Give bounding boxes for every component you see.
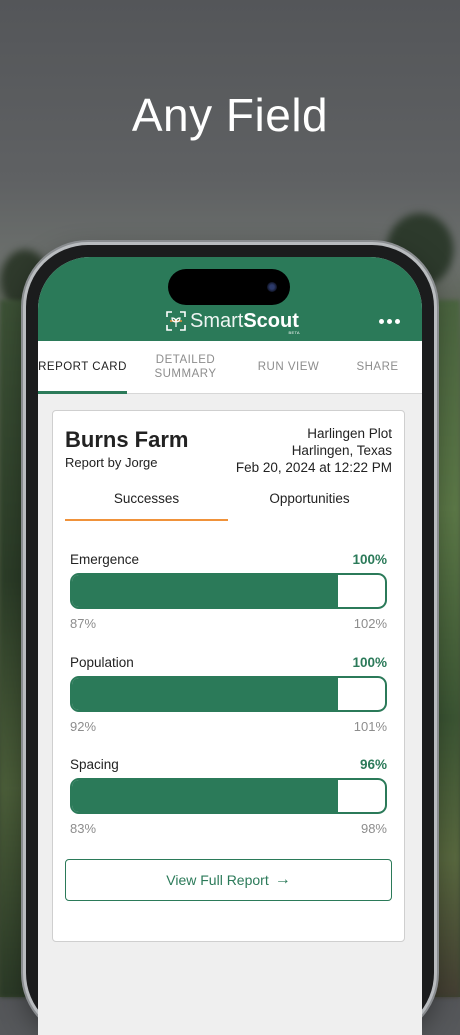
plot-location: Harlingen, Texas	[291, 443, 392, 458]
scan-frame-logo-icon	[166, 311, 186, 331]
metric-bar-fill	[72, 678, 339, 710]
metric-name: Spacing	[70, 757, 119, 772]
metric-emergence: Emergence 100% 87% 102%	[70, 552, 387, 631]
metric-percent: 96%	[359, 757, 387, 772]
subtab-successes[interactable]: Successes	[65, 489, 228, 521]
metric-max: 102%	[353, 616, 387, 631]
farm-name: Burns Farm	[65, 427, 189, 452]
metric-bar-fill	[72, 780, 339, 812]
metric-percent: 100%	[352, 655, 387, 670]
subtab-bar: Successes Opportunities	[65, 489, 392, 521]
metric-bar-fill	[72, 575, 339, 607]
report-datetime: Feb 20, 2024 at 12:22 PM	[235, 460, 392, 475]
report-location: Harlingen Plot Harlingen, Texas Feb 20, …	[236, 425, 392, 476]
app-screen: Smart Scout BETA REPORT CARD DETAILED SUM…	[38, 257, 422, 1035]
plot-name: Harlingen Plot	[307, 426, 392, 441]
phone-frame: Smart Scout BETA REPORT CARD DETAILED SUM…	[26, 245, 434, 1035]
tab-share[interactable]: SHARE	[333, 341, 422, 393]
metric-max: 101%	[353, 719, 387, 734]
metric-min: 83%	[70, 821, 97, 836]
view-full-report-button[interactable]: View Full Report →	[65, 859, 392, 901]
app-logo: Smart Scout BETA	[166, 309, 300, 335]
report-card: Burns Farm Report by Jorge Harlingen Plo…	[52, 410, 405, 942]
metric-min: 87%	[70, 616, 97, 631]
metric-bar	[70, 778, 387, 814]
brand-badge: BETA	[288, 330, 300, 335]
more-horizontal-icon[interactable]	[379, 319, 400, 324]
metric-percent: 100%	[352, 552, 387, 567]
metric-bar	[70, 676, 387, 712]
arrow-right-icon: →	[274, 871, 291, 888]
tab-detailed-summary[interactable]: DETAILED SUMMARY	[127, 341, 244, 393]
dynamic-island	[168, 269, 290, 305]
metric-name: Population	[70, 655, 134, 670]
camera-icon	[267, 282, 277, 292]
metric-spacing: Spacing 96% 83% 98%	[70, 757, 387, 836]
app-header: Smart Scout BETA	[38, 257, 422, 341]
brand-left: Smart	[190, 309, 244, 332]
metric-max: 98%	[360, 821, 387, 836]
tab-report-card[interactable]: REPORT CARD	[38, 341, 127, 394]
metric-bar	[70, 573, 387, 609]
tab-run-view[interactable]: RUN VIEW	[244, 341, 333, 393]
metric-min: 92%	[70, 719, 97, 734]
metric-population: Population 100% 92% 101%	[70, 655, 387, 734]
tab-bar: REPORT CARD DETAILED SUMMARY RUN VIEW SH…	[38, 341, 422, 394]
headline: Any Field	[131, 89, 329, 141]
report-byline: Report by Jorge	[65, 455, 158, 470]
view-full-report-label: View Full Report	[166, 872, 269, 888]
subtab-opportunities[interactable]: Opportunities	[228, 489, 391, 521]
metric-name: Emergence	[70, 552, 140, 567]
